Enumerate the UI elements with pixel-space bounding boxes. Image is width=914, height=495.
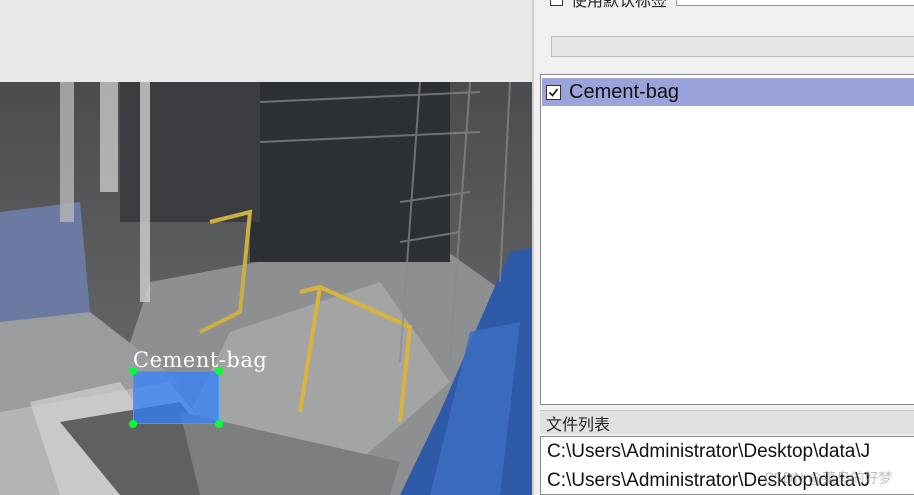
image-canvas[interactable] [0, 82, 532, 495]
progress-bar [551, 36, 914, 57]
file-list-title: 文件列表 [546, 414, 611, 434]
watermark-text: CSDN @菜鸟的好梦 [764, 471, 893, 487]
bbox-handle-bottom-left[interactable] [129, 420, 137, 428]
right-dock-panel: 使用默认标签 Cement-bag 文件列表 C:\Users\Administ… [532, 0, 914, 495]
bbox-handle-top-left[interactable] [129, 367, 137, 375]
use-default-label-text: 使用默认标签 [571, 0, 668, 10]
factory-scene-image [0, 82, 532, 495]
annotation-bounding-box[interactable] [133, 371, 219, 424]
label-list-item-text: Cement-bag [569, 80, 680, 103]
use-default-label-checkbox[interactable] [550, 0, 563, 6]
file-list-item[interactable]: C:\Users\Administrator\Desktop\data\J [547, 438, 870, 466]
bbox-handle-bottom-right[interactable] [215, 420, 223, 428]
use-default-label-row[interactable]: 使用默认标签 [550, 0, 668, 10]
label-list[interactable]: Cement-bag [540, 74, 914, 405]
bbox-handle-top-right[interactable] [215, 367, 223, 375]
label-list-item-cement-bag[interactable]: Cement-bag [542, 78, 914, 106]
default-label-input[interactable] [676, 0, 914, 6]
checkmark-icon [548, 88, 559, 97]
file-list-dock-title: 文件列表 [540, 410, 914, 434]
canvas-background [0, 0, 532, 82]
bbox-label-text: Cement-bag [133, 348, 268, 372]
label-visibility-checkbox[interactable] [546, 84, 561, 100]
